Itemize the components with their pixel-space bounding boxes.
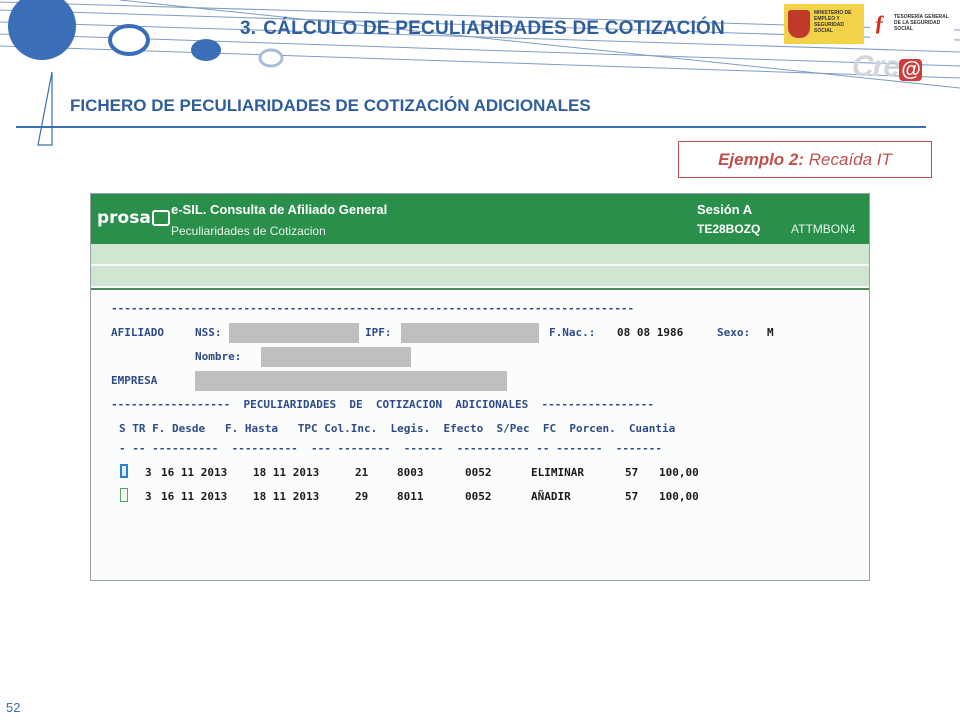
deco-circle-tiny [258,48,284,68]
screen-app-title: e-SIL. Consulta de Afiliado General [171,202,388,217]
slide-title-text: CÁLCULO DE PECULIARIDADES DE COTIZACIÓN [263,18,725,39]
ipf-redacted-field [401,323,539,343]
coat-of-arms-icon [788,10,810,38]
row-2-desde: 16 11 2013 [161,490,228,503]
row-2-legis: 0052 [465,490,492,503]
deco-circle-ring [108,24,150,56]
sexo-label: Sexo: [717,326,751,339]
example-label: Ejemplo 2: [718,150,805,169]
columns-header: S TR F. Desde F. Hasta TPC Col.Inc. Legi… [119,422,676,435]
tgss-f-icon: ƒ [874,10,885,35]
message-line-2 [91,266,869,286]
transaction-code: ATTMBON4 [791,222,856,236]
row-2-efecto: AÑADIR [531,490,571,503]
screen-app-subtitle: Peculiaridades de Cotizacion [171,224,326,238]
columns-underline: - -- ---------- ---------- --- -------- … [119,442,663,455]
row-1-fc: 57 [625,466,639,479]
tgss-logo-text: TESORERÍA GENERAL DE LA SEGURIDAD SOCIAL [894,14,949,32]
page-number: 52 [6,700,21,715]
row-select-field-1[interactable] [120,464,128,478]
row-1-porcen: 100,00 [659,466,699,479]
prosa-logo: prosa [97,208,170,228]
deco-wedge [37,71,53,146]
nombre-redacted-field [261,347,411,367]
ministerio-logo: MINISTERIO DE EMPLEO Y SEGURIDAD SOCIAL [784,4,864,44]
row-2-porcen: 100,00 [659,490,699,503]
session-code: TE28BOZQ [697,222,761,236]
row-select-field-2[interactable] [120,488,128,502]
slide-subtitle: FICHERO DE PECULIARIDADES DE COTIZACIÓN … [70,96,591,115]
deco-circle-small [191,39,221,61]
row-1-legis: 0052 [465,466,492,479]
fnac-value: 08 08 1986 [617,326,684,339]
row-2-colinc: 8011 [397,490,424,503]
message-line-1 [91,244,869,264]
row-2-hasta: 18 11 2013 [253,490,320,503]
fnac-label: F.Nac.: [549,326,596,339]
row-1-efecto: ELIMINAR [531,466,584,479]
nss-label: NSS: [195,326,222,339]
row-1-hasta: 18 11 2013 [253,466,320,479]
row-1-desde: 16 11 2013 [161,466,228,479]
row-2-tr: 3 [145,490,152,503]
tgss-logo: ƒ TESORERÍA GENERAL DE LA SEGURIDAD SOCI… [870,4,954,44]
institution-logos: MINISTERIO DE EMPLEO Y SEGURIDAD SOCIAL … [784,4,954,44]
card-icon [151,210,170,226]
crea-logo: Cre @ [852,50,922,84]
slide-title: 3. CÁLCULO DE PECULIARIDADES DE COTIZACIÓ… [240,18,725,40]
header-rule [16,126,926,128]
empresa-redacted-field [195,371,507,391]
session-label: Sesión A [697,202,753,217]
crea-logo-at: @ [899,59,922,81]
crea-logo-text: Cre [852,50,900,83]
row-2-tpc: 29 [355,490,369,503]
screen-title-bar: prosa e-SIL. Consulta de Afiliado Genera… [91,194,869,244]
row-1-tpc: 21 [355,466,369,479]
nombre-label: Nombre: [195,350,242,363]
example-text: Recaída IT [808,150,892,169]
screen-content: ----------------------------------------… [91,288,869,580]
nss-redacted-field [229,323,359,343]
row-1-colinc: 8003 [397,466,424,479]
afiliado-label: AFILIADO [111,326,164,339]
row-2-fc: 57 [625,490,639,503]
slide-title-number: 3. [240,18,257,39]
prosa-logo-text: prosa [97,208,151,228]
section-header: ------------------ PECULIARIDADES DE COT… [111,398,655,411]
row-1-tr: 3 [145,466,152,479]
sexo-value: M [767,326,774,339]
empresa-label: EMPRESA [111,374,158,387]
deco-circle-large [8,0,76,60]
example-box: Ejemplo 2: Recaída IT [678,141,932,178]
dash-separator: ----------------------------------------… [111,302,635,315]
ministerio-logo-text: MINISTERIO DE EMPLEO Y SEGURIDAD SOCIAL [814,10,852,34]
esil-screen: prosa e-SIL. Consulta de Afiliado Genera… [90,193,870,581]
ipf-label: IPF: [365,326,392,339]
